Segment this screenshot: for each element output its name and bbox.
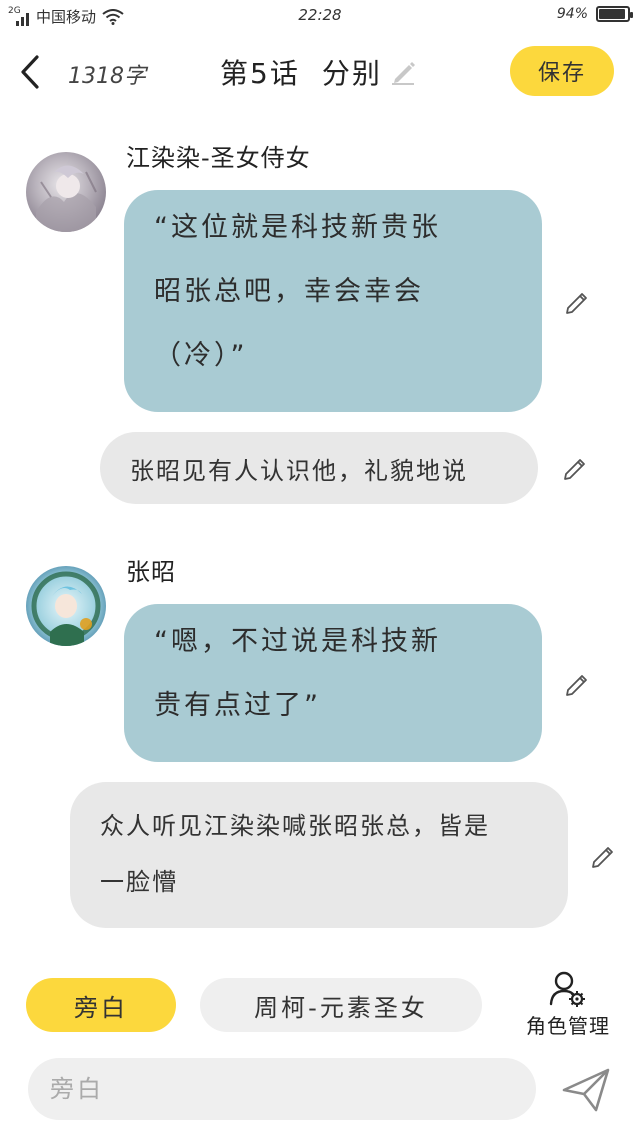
message-input[interactable] [28, 1058, 536, 1120]
pencil-icon[interactable] [390, 58, 418, 86]
dialog-line: “这位就是科技新贵张 [154, 212, 441, 243]
edit-icon[interactable] [590, 842, 618, 870]
dialog-line: “嗯，不过说是科技新 [154, 626, 441, 657]
role-chip-narration[interactable]: 旁白 [26, 978, 176, 1032]
chapter-title: 分别 [321, 57, 382, 90]
dialog-bubble[interactable]: “嗯，不过说是科技新 贵有点过了” [124, 604, 542, 762]
edit-icon[interactable] [562, 454, 590, 482]
word-count: 1318字 [68, 64, 146, 89]
avatar-jiang-ranran[interactable] [26, 152, 106, 232]
battery-fill [599, 9, 626, 19]
dialog-line: 昭张总吧，幸会幸会 [154, 276, 424, 307]
send-button[interactable] [560, 1064, 612, 1116]
clock: 22:28 [298, 6, 342, 24]
dialog-bubble[interactable]: “这位就是科技新贵张 昭张总吧，幸会幸会 （冷）” [124, 190, 542, 412]
edit-icon[interactable] [564, 288, 592, 316]
dialog-line: 贵有点过了” [154, 690, 321, 721]
status-right: 94% [556, 6, 633, 22]
narration-bubble[interactable]: 众人听见江染染喊张昭张总，皆是 一脸懵 [70, 782, 568, 928]
narration-text: 张昭见有人认识他，礼貌地说 [130, 456, 468, 485]
save-button[interactable]: 保存 [510, 46, 614, 96]
narration-line: 一脸懵 [100, 868, 178, 896]
narration-line: 众人听见江染染喊张昭张总，皆是 [100, 812, 490, 840]
edit-icon[interactable] [564, 670, 592, 698]
chapter-title-group[interactable]: 第5话 分别 [220, 52, 418, 92]
role-settings-icon [549, 971, 585, 1007]
role-chip-character[interactable]: 周柯-元素圣女 [200, 978, 482, 1032]
role-manage-label: 角色管理 [526, 1014, 610, 1038]
role-manage-button[interactable]: 角色管理 [518, 970, 618, 1040]
dialog-line: （冷）” [154, 340, 248, 371]
back-arrow-icon [21, 55, 39, 89]
chapter-number: 第5话 [220, 57, 300, 90]
battery-icon [596, 6, 633, 22]
back-button[interactable] [12, 52, 48, 92]
top-nav: 1318字 第5话 分别 保存 [0, 40, 640, 104]
message-input-bar[interactable] [28, 1058, 536, 1120]
speaker-name: 江染染-圣女侍女 [126, 144, 311, 172]
avatar-zhang-zhao[interactable] [26, 566, 106, 646]
status-bar: 2G 中国移动 22:28 94% [0, 0, 640, 32]
battery-percent: 94% [556, 6, 588, 22]
narration-bubble[interactable]: 张昭见有人认识他，礼貌地说 [100, 432, 538, 504]
speaker-name: 张昭 [126, 558, 176, 586]
send-icon [562, 1068, 610, 1112]
